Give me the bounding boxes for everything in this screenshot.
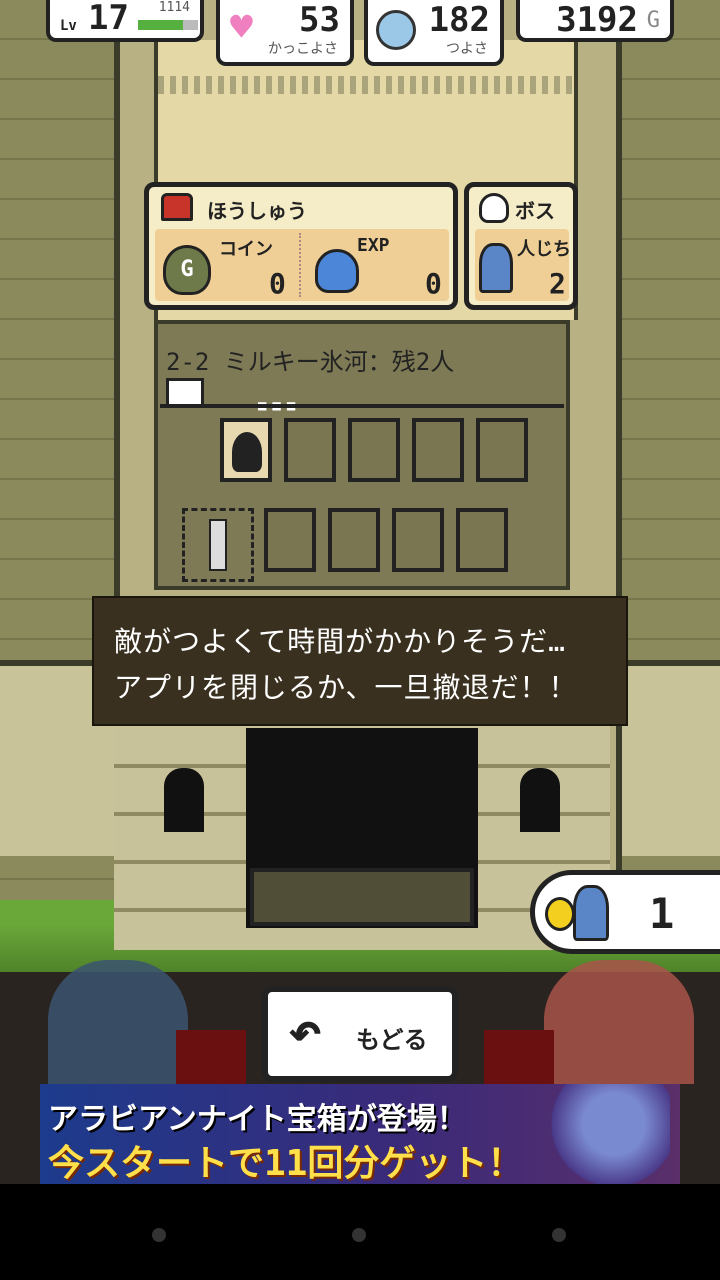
shield-icon bbox=[376, 10, 416, 50]
coin-icon bbox=[545, 897, 575, 931]
stage-label: 2-2 ミルキー氷河：残2人 bbox=[166, 348, 455, 376]
back-button[interactable]: ↶ もどる bbox=[262, 986, 458, 1082]
room-slot bbox=[328, 508, 380, 572]
hostage-counter-value: 1 bbox=[649, 889, 675, 938]
reward-title: ほうしゅう bbox=[207, 199, 307, 223]
banner-line-2: 今スタートで11回分ゲット！ bbox=[48, 1143, 524, 1184]
level-label: Lv bbox=[60, 18, 77, 34]
castle-window bbox=[164, 768, 204, 832]
banner-character bbox=[530, 1084, 670, 1184]
message-line-1: 敵がつよくて時間がかかりそうだ… bbox=[114, 625, 567, 658]
companion-left bbox=[48, 960, 188, 1084]
stage-track bbox=[160, 404, 564, 408]
exp-bar-fill bbox=[138, 20, 183, 30]
level-value: 17 bbox=[88, 0, 129, 38]
hostage-label: 人じち bbox=[517, 239, 571, 260]
sword-icon bbox=[209, 519, 227, 571]
room-slot bbox=[348, 418, 400, 482]
nav-recent-button[interactable] bbox=[552, 1228, 566, 1242]
hostage-counter[interactable]: 1 bbox=[530, 870, 720, 954]
castle-window bbox=[520, 768, 560, 832]
chest-icon bbox=[161, 193, 193, 221]
seat bbox=[484, 1030, 554, 1084]
companion-right bbox=[544, 960, 694, 1084]
girl-icon bbox=[479, 243, 513, 293]
power-value: 182 bbox=[428, 0, 490, 40]
exp-bar bbox=[138, 20, 198, 30]
game-scene: ほうしゅう G コイン 0 EXP 0 ボス 人じち 2 2-2 ミルキー氷河：… bbox=[0, 0, 720, 1184]
seat bbox=[176, 1030, 246, 1084]
message-line-2: アプリを閉じるか、一旦撤退だ！！ bbox=[114, 671, 578, 704]
room-slot bbox=[284, 418, 336, 482]
message-box: 敵がつよくて時間がかかりそうだ… アプリを閉じるか、一旦撤退だ！！ bbox=[92, 596, 628, 726]
exp-value: 0 bbox=[425, 267, 442, 300]
nav-home-button[interactable] bbox=[352, 1228, 366, 1242]
charm-label: かっこよさ bbox=[268, 41, 338, 57]
room-slot bbox=[264, 508, 316, 572]
hostage-value: 2 bbox=[549, 267, 566, 300]
skull-icon bbox=[479, 193, 509, 223]
coin-value: 0 bbox=[269, 267, 286, 300]
charm-value: 53 bbox=[299, 0, 340, 40]
sword-slot bbox=[182, 508, 254, 582]
gate-step bbox=[250, 868, 474, 926]
power-label: つよさ bbox=[446, 41, 488, 57]
room-slot bbox=[476, 418, 528, 482]
banner-line-1: アラビアンナイト宝箱が登場！ bbox=[48, 1102, 467, 1137]
ad-banner[interactable]: アラビアンナイト宝箱が登場！ 今スタートで11回分ゲット！ bbox=[40, 1084, 680, 1184]
level-panel: Lv 17 1114 bbox=[46, 0, 204, 42]
reward-panel: ほうしゅう G コイン 0 EXP 0 bbox=[144, 182, 458, 310]
boss-title: ボス bbox=[515, 199, 555, 223]
girl-icon bbox=[573, 885, 609, 941]
gold-value: 3192 bbox=[556, 0, 638, 40]
coin-label: コイン bbox=[219, 239, 273, 260]
slime-icon bbox=[315, 249, 359, 293]
gold-panel: 3192 G bbox=[516, 0, 674, 42]
room-slot bbox=[456, 508, 508, 572]
boss-panel: ボス 人じち 2 bbox=[464, 182, 578, 310]
nav-back-button[interactable] bbox=[152, 1228, 166, 1242]
reward-divider bbox=[299, 233, 301, 297]
coinbag-icon: G bbox=[163, 245, 211, 295]
hero-icon bbox=[232, 432, 262, 472]
exp-label: EXP bbox=[357, 235, 390, 256]
hero-slot bbox=[220, 418, 272, 482]
gold-suffix: G bbox=[646, 8, 660, 33]
back-button-label: もどる bbox=[356, 1026, 428, 1054]
charm-panel: ♥ 53 かっこよさ bbox=[216, 0, 354, 66]
greek-pattern bbox=[158, 76, 574, 94]
room-slot bbox=[412, 418, 464, 482]
exp-counter: 1114 bbox=[158, 0, 190, 15]
room-slot bbox=[392, 508, 444, 572]
back-arrow-icon: ↶ bbox=[288, 999, 322, 1064]
power-panel: 182 つよさ bbox=[364, 0, 504, 66]
heart-icon: ♥ bbox=[230, 5, 253, 49]
